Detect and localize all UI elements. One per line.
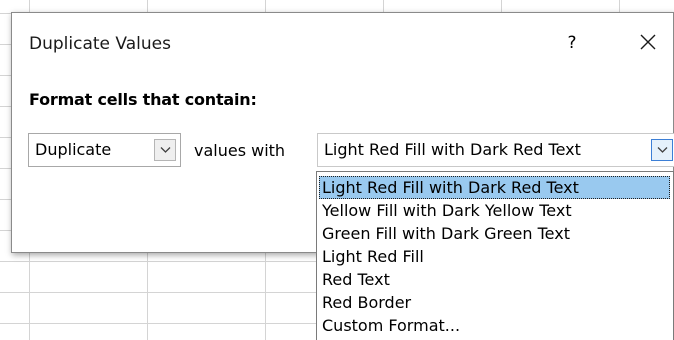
format-option-custom-format[interactable]: Custom Format... <box>319 314 460 337</box>
help-button[interactable]: ? <box>558 27 586 59</box>
close-icon <box>640 34 656 50</box>
format-option-red-text[interactable]: Red Text <box>319 268 390 291</box>
chevron-down-icon <box>160 147 170 153</box>
format-dropdown-list: Light Red Fill with Dark Red Text Yellow… <box>316 171 674 340</box>
values-with-label: values with <box>194 141 286 160</box>
format-cells-label: Format cells that contain: <box>29 90 257 109</box>
format-dropdown-button[interactable] <box>651 139 673 161</box>
format-option-yellow-fill-dark-yellow-text[interactable]: Yellow Fill with Dark Yellow Text <box>319 199 572 222</box>
format-option-light-red-fill-dark-red-text[interactable]: Light Red Fill with Dark Red Text <box>319 176 670 199</box>
format-option-light-red-fill[interactable]: Light Red Fill <box>319 245 424 268</box>
format-option-green-fill-dark-green-text[interactable]: Green Fill with Dark Green Text <box>319 222 570 245</box>
chevron-down-icon <box>657 147 667 153</box>
format-value: Light Red Fill with Dark Red Text <box>324 140 581 159</box>
close-button[interactable] <box>632 27 664 59</box>
rule-type-dropdown-button[interactable] <box>154 139 176 161</box>
rule-type-value: Duplicate <box>35 140 112 159</box>
rule-type-select[interactable]: Duplicate <box>28 133 181 167</box>
format-select[interactable]: Light Red Fill with Dark Red Text <box>317 133 674 167</box>
dialog-title: Duplicate Values <box>29 34 171 54</box>
format-option-red-border[interactable]: Red Border <box>319 291 411 314</box>
